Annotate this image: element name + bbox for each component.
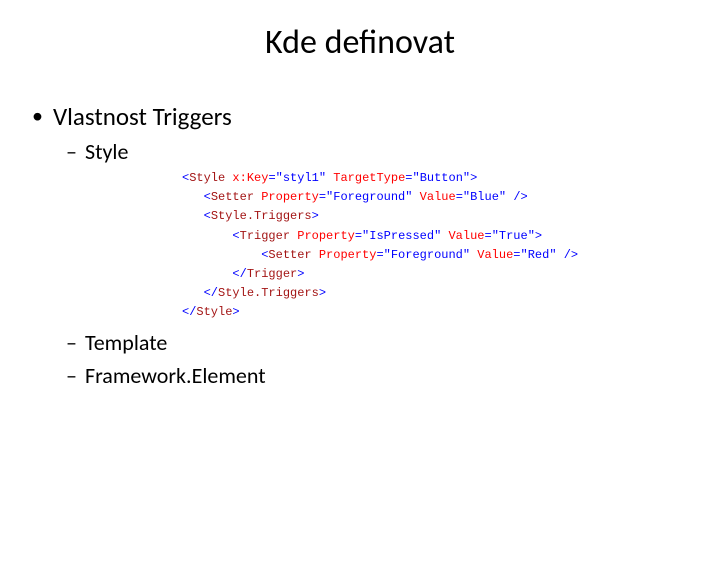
code-eq: =" [376,248,390,262]
code-attr: Value [477,248,513,262]
code-val: Button [420,171,463,185]
code-bracket: </ [204,286,218,300]
code-block: <Style x:Key="styl1" TargetType="Button"… [182,169,720,323]
code-attr: Property [261,190,319,204]
code-tag: Setter [211,190,254,204]
code-val: Blue [470,190,499,204]
bullet-level-2-frameworkelement: – Framework.Element [66,362,720,389]
code-eq: =" [456,190,470,204]
bullet-dash: – [66,138,77,165]
code-attr: Property [319,248,377,262]
code-bracket: > [319,286,326,300]
bullet-dash: – [66,362,77,389]
code-eq: =" [485,229,499,243]
code-tag: Style.Triggers [218,286,319,300]
code-attr: Value [420,190,456,204]
bullet-level-1: • Vlastnost Triggers [32,101,720,132]
code-quote: " [463,248,470,262]
bullet-text: Template [85,329,167,356]
bullet-text: Framework.Element [85,362,266,389]
code-bracket: < [204,190,211,204]
code-quote: " [319,171,326,185]
code-eq: =" [405,171,419,185]
code-bracket: /> [513,190,527,204]
bullet-dot: • [32,101,43,131]
code-val: True [499,229,528,243]
code-bracket: </ [182,305,196,319]
code-tag: Style [189,171,225,185]
slide-title: Kde definovat [0,22,720,63]
code-eq: =" [355,229,369,243]
code-bracket: > [312,209,319,223]
slide-body: • Vlastnost Triggers – Style < Style x:Ke… [32,101,720,389]
code-bracket: > [535,229,542,243]
code-tag: Setter [268,248,311,262]
code-bracket: < [232,229,239,243]
code-tag: Trigger [240,229,290,243]
code-quote: " [499,190,506,204]
code-eq: =" [268,171,282,185]
code-val: Foreground [333,190,405,204]
code-tag: Style [196,305,232,319]
code-val: styl1 [283,171,319,185]
code-tag: Trigger [247,267,297,281]
bullet-level-2-template: – Template [66,329,720,356]
code-tag: Style.Triggers [211,209,312,223]
bullet-text: Style [85,138,128,165]
code-bracket: </ [232,267,246,281]
code-bracket: > [297,267,304,281]
code-bracket: > [232,305,239,319]
bullet-dash: – [66,329,77,356]
code-bracket: /> [564,248,578,262]
bullet-text: Vlastnost Triggers [53,101,232,132]
code-val: Foreground [391,248,463,262]
code-quote: " [528,229,535,243]
code-attr: x:Key [232,171,268,185]
code-bracket: > [470,171,477,185]
code-val: IsPressed [369,229,434,243]
code-attr: Value [448,229,484,243]
bullet-level-2-style: – Style [66,138,720,165]
code-val: Red [528,248,550,262]
code-quote: " [405,190,412,204]
code-quote: " [434,229,441,243]
code-eq: =" [513,248,527,262]
code-attr: Property [297,229,355,243]
code-quote: " [549,248,556,262]
code-eq: =" [319,190,333,204]
code-bracket: < [204,209,211,223]
code-attr: TargetType [333,171,405,185]
